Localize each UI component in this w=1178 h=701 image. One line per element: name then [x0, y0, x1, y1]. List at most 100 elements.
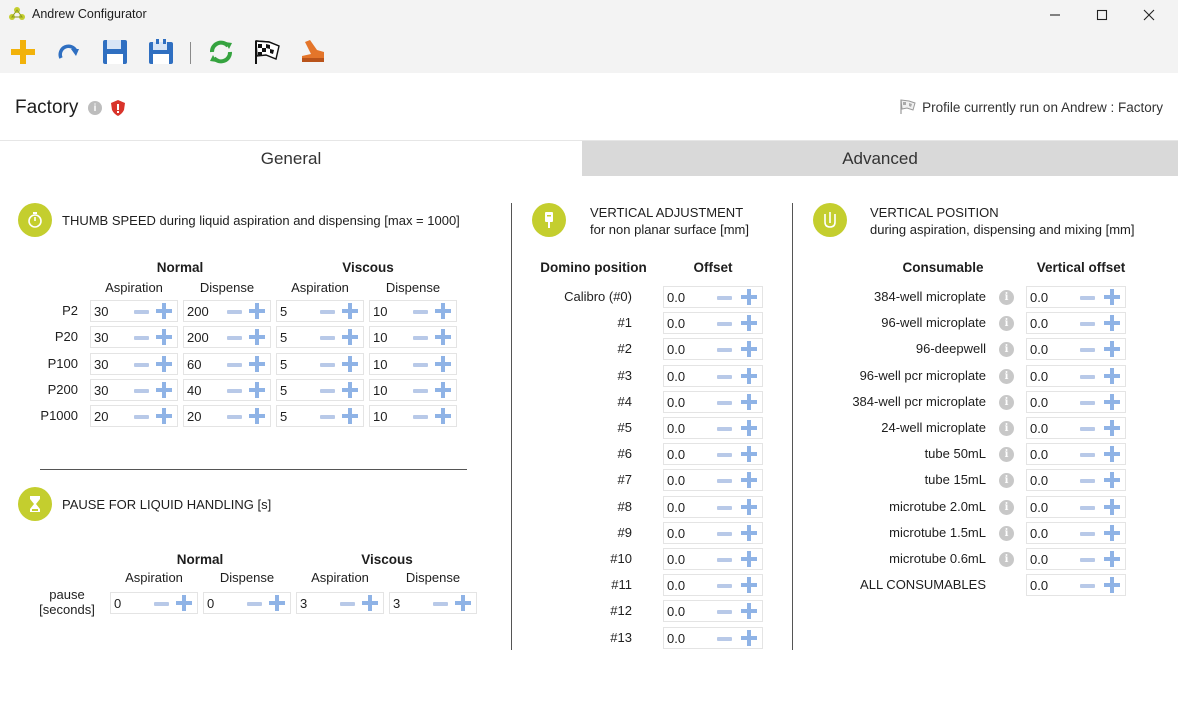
spin-value[interactable]: 40 — [187, 383, 201, 398]
spin-value[interactable]: 60 — [187, 357, 201, 372]
spin-value[interactable]: 0.0 — [667, 473, 685, 488]
domino-offset-stepper[interactable]: 0.0 — [663, 521, 763, 544]
save-button[interactable] — [100, 37, 130, 67]
plus-icon[interactable] — [741, 629, 757, 646]
spin-value[interactable]: 10 — [373, 304, 387, 319]
info-icon[interactable]: i — [999, 316, 1014, 332]
spin-value[interactable]: 0.0 — [667, 290, 685, 305]
pipette-button[interactable] — [298, 37, 328, 67]
minus-icon[interactable] — [320, 388, 335, 393]
minus-icon[interactable] — [717, 427, 732, 431]
minus-icon[interactable] — [717, 453, 732, 458]
spin-value[interactable]: 30 — [94, 304, 108, 319]
domino-offset-stepper[interactable]: 0.0 — [663, 390, 763, 413]
plus-icon[interactable] — [156, 381, 172, 398]
minus-icon[interactable] — [320, 362, 335, 367]
plus-icon[interactable] — [435, 329, 451, 346]
minus-icon[interactable] — [433, 602, 448, 606]
plus-icon[interactable] — [156, 355, 172, 372]
spin-value[interactable]: 20 — [187, 409, 201, 424]
close-button[interactable] — [1126, 0, 1172, 30]
plus-icon[interactable] — [176, 595, 192, 611]
plus-icon[interactable] — [342, 381, 358, 398]
info-icon[interactable]: i — [999, 290, 1014, 305]
consumable-offset-stepper[interactable]: 0.0 — [1026, 390, 1126, 413]
spin-value[interactable]: 0.0 — [1030, 500, 1048, 515]
plus-icon[interactable] — [249, 303, 265, 319]
spin-value[interactable]: 30 — [94, 357, 108, 372]
minus-icon[interactable] — [717, 479, 732, 484]
minus-icon[interactable] — [717, 558, 732, 562]
minus-icon[interactable] — [1080, 453, 1095, 458]
minus-icon[interactable] — [1080, 505, 1095, 510]
minus-icon[interactable] — [717, 296, 732, 300]
minus-icon[interactable] — [413, 310, 428, 314]
spin-value[interactable]: 10 — [373, 383, 387, 398]
plus-icon[interactable] — [249, 329, 265, 346]
pause-stepper[interactable]: 3 — [389, 592, 477, 614]
minus-icon[interactable] — [227, 336, 242, 341]
minus-icon[interactable] — [413, 388, 428, 393]
spin-value[interactable]: 3 — [393, 596, 400, 611]
spin-value[interactable]: 0.0 — [1030, 290, 1048, 305]
plus-icon[interactable] — [741, 341, 757, 358]
thumb-speed-stepper[interactable]: 200 — [183, 326, 271, 349]
thumb-speed-stepper[interactable]: 20 — [90, 405, 178, 428]
spin-value[interactable]: 3 — [300, 596, 307, 611]
consumable-offset-stepper[interactable]: 0.0 — [1026, 521, 1126, 544]
spin-value[interactable]: 0.0 — [1030, 447, 1048, 462]
thumb-speed-stepper[interactable]: 30 — [90, 352, 178, 375]
plus-icon[interactable] — [741, 551, 757, 567]
consumable-offset-stepper[interactable]: 0.0 — [1026, 286, 1126, 308]
plus-icon[interactable] — [741, 472, 757, 489]
minus-icon[interactable] — [134, 415, 149, 420]
plus-icon[interactable] — [156, 329, 172, 346]
consumable-offset-stepper[interactable]: 0.0 — [1026, 417, 1126, 439]
minus-icon[interactable] — [320, 336, 335, 341]
minus-icon[interactable] — [134, 388, 149, 393]
spin-value[interactable]: 0.0 — [1030, 316, 1048, 331]
info-icon[interactable]: i — [999, 499, 1014, 515]
minus-icon[interactable] — [247, 602, 262, 606]
thumb-speed-stepper[interactable]: 5 — [276, 405, 364, 428]
minus-icon[interactable] — [154, 602, 169, 606]
thumb-speed-stepper[interactable]: 30 — [90, 300, 178, 322]
plus-icon[interactable] — [1104, 551, 1120, 567]
plus-icon[interactable] — [455, 595, 471, 611]
spin-value[interactable]: 5 — [280, 357, 287, 372]
plus-icon[interactable] — [741, 289, 757, 305]
plus-icon[interactable] — [249, 381, 265, 398]
thumb-speed-stepper[interactable]: 5 — [276, 326, 364, 349]
spin-value[interactable]: 0.0 — [1030, 421, 1048, 436]
domino-offset-stepper[interactable]: 0.0 — [663, 338, 763, 361]
tab-advanced[interactable]: Advanced — [582, 141, 1178, 176]
thumb-speed-stepper[interactable]: 20 — [183, 405, 271, 428]
domino-offset-stepper[interactable]: 0.0 — [663, 312, 763, 335]
pause-stepper[interactable]: 0 — [110, 592, 198, 614]
spin-value[interactable]: 0.0 — [1030, 578, 1048, 593]
consumable-offset-stepper[interactable]: 0.0 — [1026, 338, 1126, 361]
thumb-speed-stepper[interactable]: 10 — [369, 352, 457, 375]
plus-icon[interactable] — [249, 408, 265, 425]
plus-icon[interactable] — [741, 603, 757, 620]
thumb-speed-stepper[interactable]: 5 — [276, 352, 364, 375]
spin-value[interactable]: 0.0 — [667, 500, 685, 515]
spin-value[interactable]: 10 — [373, 357, 387, 372]
thumb-speed-stepper[interactable]: 10 — [369, 405, 457, 428]
spin-value[interactable]: 20 — [94, 409, 108, 424]
minus-icon[interactable] — [717, 610, 732, 615]
domino-offset-stepper[interactable]: 0.0 — [663, 364, 763, 387]
plus-icon[interactable] — [435, 381, 451, 398]
profile-info-icon[interactable]: i — [88, 101, 102, 115]
minus-icon[interactable] — [413, 362, 428, 367]
plus-icon[interactable] — [1104, 341, 1120, 358]
minus-icon[interactable] — [320, 310, 335, 314]
tab-general[interactable]: General — [0, 141, 582, 176]
info-icon[interactable]: i — [999, 342, 1014, 358]
plus-icon[interactable] — [1104, 367, 1120, 384]
thumb-speed-stepper[interactable]: 60 — [183, 352, 271, 375]
thumb-speed-stepper[interactable]: 200 — [183, 300, 271, 322]
minus-icon[interactable] — [134, 336, 149, 341]
domino-offset-stepper[interactable]: 0.0 — [663, 495, 763, 518]
consumable-offset-stepper[interactable]: 0.0 — [1026, 495, 1126, 518]
